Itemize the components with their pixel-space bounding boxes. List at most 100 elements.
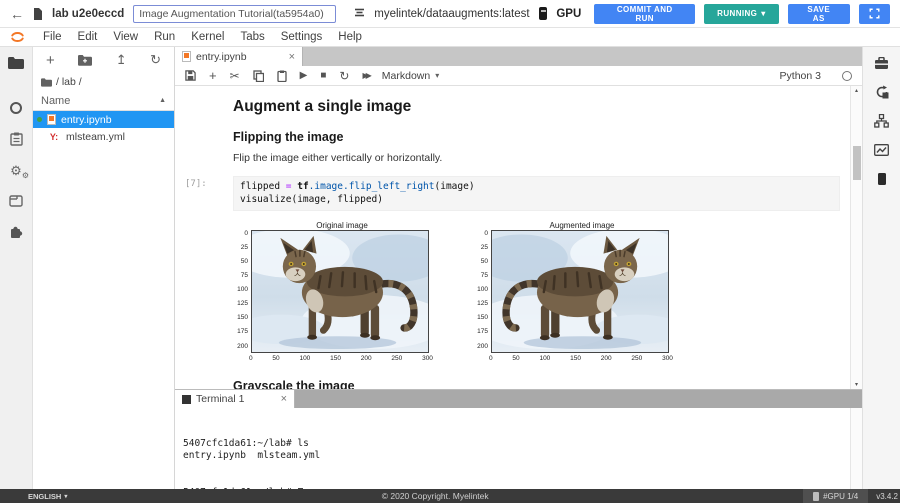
x-axis-ticks: 050100150200250300 <box>249 353 433 362</box>
notebook-vertical-scrollbar[interactable]: ▴ ▾ <box>850 86 862 389</box>
name-column-header: Name <box>41 95 70 107</box>
close-icon[interactable]: × <box>281 393 287 405</box>
code-line-1: flipped = tf.image.flip_left_right(image… <box>240 180 833 193</box>
close-icon[interactable]: × <box>289 51 295 63</box>
stop-icon[interactable]: ■ <box>320 71 326 81</box>
main-dock: entry.ipynb × + ✂ ▶ ■ ↻ <box>175 47 862 489</box>
menu-item[interactable]: Tabs <box>232 31 272 43</box>
menu-item[interactable]: Kernel <box>183 31 232 43</box>
back-arrow-icon[interactable]: ← <box>10 7 24 21</box>
scrollbar-thumb[interactable] <box>853 146 861 180</box>
file-row-entry-ipynb[interactable]: entry.ipynb <box>33 111 174 128</box>
file-browser-icon[interactable] <box>7 55 25 71</box>
running-label: RUNNING <box>717 9 757 18</box>
kernel-running-dot <box>37 117 42 122</box>
cell-prompt: [7]: <box>185 176 233 211</box>
file-browser-toolbar: + ↥ ↻ <box>33 47 174 73</box>
kernel-status-icon[interactable] <box>842 71 852 81</box>
gpu-chip-icon <box>539 7 548 20</box>
gpu-icon[interactable] <box>873 171 891 187</box>
run-icon[interactable]: ▶ <box>300 71 308 81</box>
menu-item[interactable]: File <box>35 31 70 43</box>
status-bar: ENGLISH ▾ © 2020 Copyright. Myelintek #G… <box>0 489 900 503</box>
menu-item[interactable]: Help <box>330 31 370 43</box>
breadcrumb-path: / lab / <box>56 76 82 88</box>
refresh-icon[interactable]: ↻ <box>150 52 161 68</box>
language-selector[interactable]: ENGLISH ▾ <box>0 492 67 501</box>
code-cell-input[interactable]: flipped = tf.image.flip_left_right(image… <box>233 176 840 211</box>
file-browser-panel: + ↥ ↻ / lab / Name ▲ entry.ipynb <box>33 47 175 489</box>
cell-type-dropdown[interactable]: Markdown ▾ <box>382 70 439 82</box>
augmented-cat-image <box>491 230 669 353</box>
menu-item[interactable]: Run <box>146 31 183 43</box>
restart-kernel-icon[interactable]: ↻ <box>339 70 349 82</box>
gpu-usage-indicator[interactable]: #GPU 1/4 <box>803 489 868 503</box>
tab-terminal-1[interactable]: Terminal 1 × <box>175 390 295 408</box>
plot-title: Augmented image <box>493 221 671 230</box>
notebook-file-icon <box>182 51 191 62</box>
experiment-name-input[interactable] <box>133 5 336 23</box>
kernel-name: Python 3 <box>780 70 821 82</box>
code-cell[interactable]: [7]: flipped = tf.image.flip_left_right(… <box>185 176 840 211</box>
subplot-original: Original image 0255075100125150175200 05… <box>233 221 433 362</box>
notebook-toolbar: + ✂ ▶ ■ ↻ ▶▶ Markdown ▾ Python 3 <box>175 66 862 86</box>
yaml-file-icon: Y: <box>47 132 61 142</box>
tools-gears-icon[interactable]: ⚙⚙ <box>7 162 25 178</box>
running-kernels-icon[interactable] <box>7 100 25 116</box>
app-window: ← lab u2e0eccd myelintek/dataaugments:la… <box>0 0 900 503</box>
cell-type-value: Markdown <box>382 70 430 82</box>
cell-output-figure: Original image 0255075100125150175200 05… <box>233 221 850 362</box>
tab-entry-ipynb[interactable]: entry.ipynb × <box>175 47 303 66</box>
scroll-down-arrow-icon[interactable]: ▾ <box>851 381 862 388</box>
scroll-up-arrow-icon[interactable]: ▴ <box>851 87 862 94</box>
run-all-icon[interactable]: ▶▶ <box>362 72 368 80</box>
file-name: mlsteam.yml <box>66 131 125 143</box>
extensions-puzzle-icon[interactable] <box>7 224 25 240</box>
y-axis-ticks: 0255075100125150175200 <box>473 230 491 353</box>
file-row-mlsteam-yml[interactable]: Y: mlsteam.yml <box>33 128 174 145</box>
add-cell-icon[interactable]: + <box>209 69 217 82</box>
breadcrumb[interactable]: / lab / <box>33 73 174 91</box>
subplot-augmented: Augmented image 0255075100125150175200 0… <box>473 221 673 362</box>
language-label: ENGLISH <box>28 492 61 501</box>
terminal-scrollbar[interactable] <box>850 408 862 489</box>
notebook-paragraph: Flip the image either vertically or hori… <box>233 152 850 164</box>
copy-icon[interactable] <box>253 70 264 82</box>
docker-image-name: myelintek/dataaugments:latest <box>374 8 529 20</box>
dataset-sync-icon[interactable] <box>873 84 891 100</box>
gpu-label: GPU <box>556 8 581 20</box>
open-tabs-icon[interactable] <box>7 193 25 209</box>
notebook-heading-2: Flipping the image <box>233 130 850 144</box>
notebook-tab-bar: entry.ipynb × <box>175 47 862 66</box>
new-launcher-button[interactable]: + <box>46 52 55 69</box>
x-axis-ticks: 050100150200250300 <box>489 353 673 362</box>
tab-label: Terminal 1 <box>196 393 244 405</box>
notebook-next-heading: Grayscale the image <box>233 379 850 389</box>
toolbox-icon[interactable] <box>873 55 891 71</box>
commit-and-run-button[interactable]: COMMIT AND RUN <box>594 4 695 24</box>
cluster-nodes-icon[interactable] <box>873 113 891 129</box>
file-list-header[interactable]: Name ▲ <box>33 91 174 111</box>
gpu-usage-label: #GPU 1/4 <box>823 492 858 501</box>
version-label: v3.4.2 <box>868 492 900 501</box>
fullscreen-button[interactable] <box>859 4 890 24</box>
save-as-button[interactable]: SAVE AS <box>788 4 850 24</box>
cut-icon[interactable]: ✂ <box>230 70 240 82</box>
lab-title: lab u2e0eccd <box>52 8 124 20</box>
new-folder-icon[interactable] <box>78 55 92 66</box>
plot-title: Original image <box>253 221 431 230</box>
terminal-tab-bar: Terminal 1 × <box>175 390 862 408</box>
running-dropdown-button[interactable]: RUNNING ▾ <box>704 4 779 24</box>
copyright-text: © 2020 Copyright. Myelintek <box>67 491 803 501</box>
menu-item[interactable]: View <box>105 31 146 43</box>
y-axis-ticks: 0255075100125150175200 <box>233 230 251 353</box>
menu-item[interactable]: Settings <box>273 31 331 43</box>
notebook-file-icon <box>47 114 56 125</box>
terminal-output[interactable]: 5407cfc1da61:~/lab# lsentry.ipynb mlstea… <box>175 408 850 489</box>
save-icon[interactable] <box>185 70 196 81</box>
paste-icon[interactable] <box>277 70 287 82</box>
property-inspector-icon[interactable] <box>7 131 25 147</box>
monitoring-chart-icon[interactable] <box>873 142 891 158</box>
menu-item[interactable]: Edit <box>70 31 106 43</box>
upload-icon[interactable]: ↥ <box>116 52 127 68</box>
